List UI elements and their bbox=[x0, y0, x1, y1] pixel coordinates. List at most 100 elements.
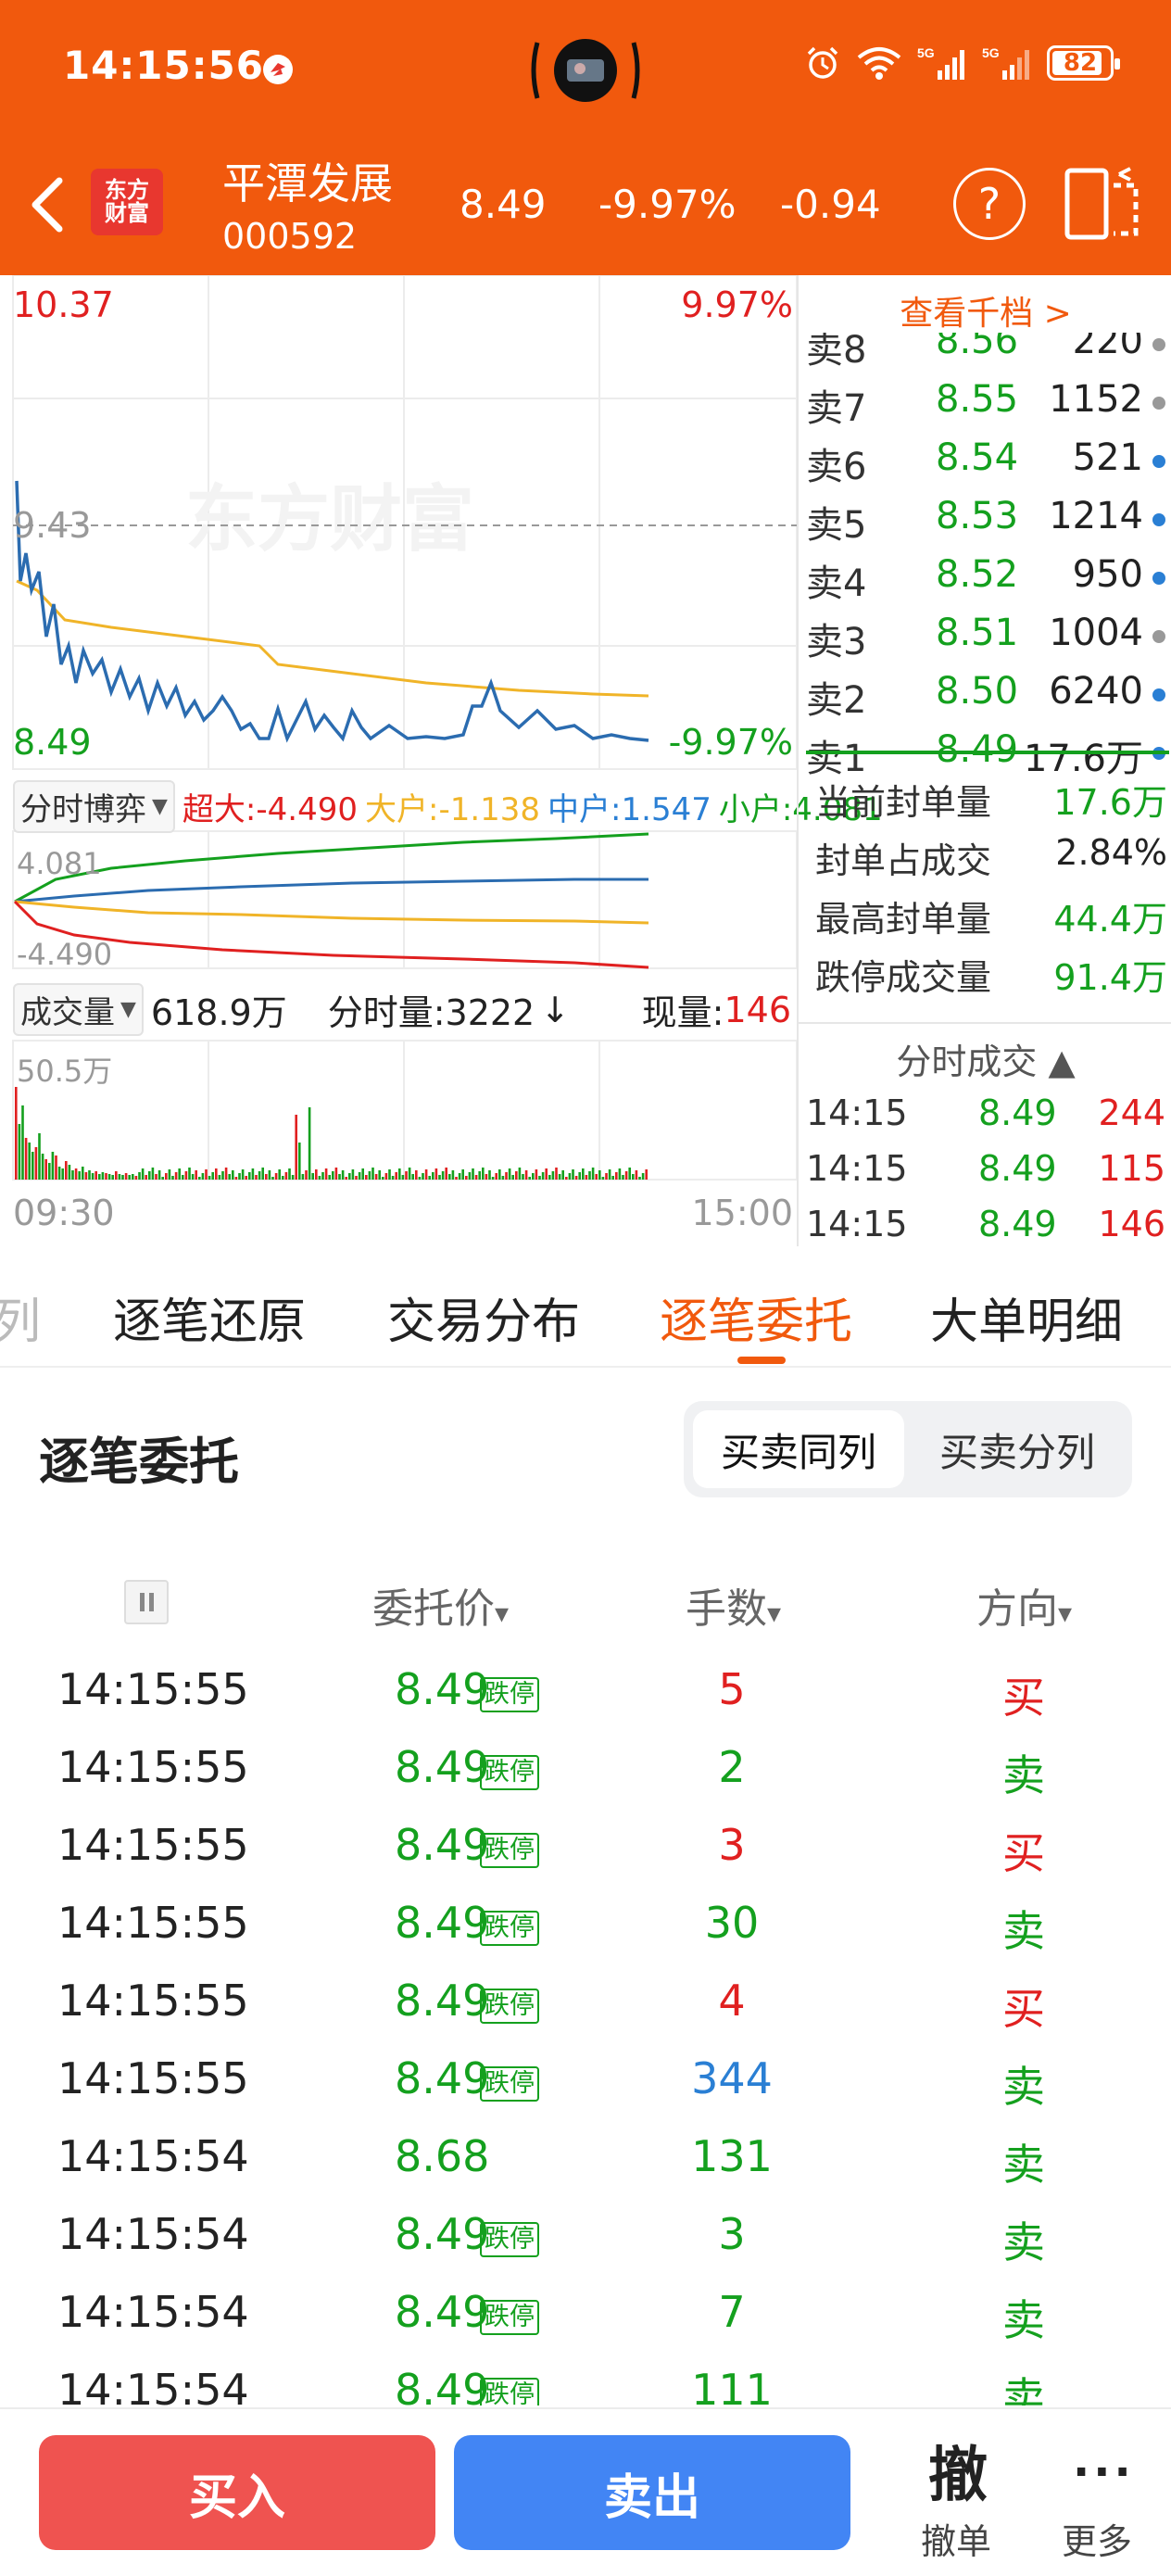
ask-row[interactable]: 卖3 8.51 1004 bbox=[799, 612, 1171, 663]
seal-value: 2.84% bbox=[1055, 832, 1167, 873]
volume-total: 618.9万 bbox=[150, 992, 287, 1033]
volume-bar bbox=[472, 1168, 474, 1180]
ask-level: 卖3 bbox=[806, 621, 867, 663]
order-time: 14:15:55 bbox=[57, 1664, 249, 1714]
tab-item[interactable]: 列 bbox=[0, 1282, 41, 1352]
cancel-order-icon[interactable]: 撤 bbox=[928, 2428, 988, 2513]
top-bar: 14:15:56 5G 5G 82 东方 财富 平潭发展 000592 8.49… bbox=[0, 0, 1171, 275]
volume-bar bbox=[455, 1177, 458, 1180]
volume-bar bbox=[368, 1171, 371, 1180]
volume-bar bbox=[65, 1161, 68, 1180]
order-time: 14:15:54 bbox=[57, 2365, 249, 2406]
volume-bar bbox=[245, 1176, 247, 1180]
order-direction: 卖 bbox=[1002, 1750, 1045, 1800]
switch-layout-icon[interactable] bbox=[1064, 167, 1141, 241]
ask-level: 卖4 bbox=[806, 562, 867, 605]
tab-item[interactable]: 逐笔委托 bbox=[660, 1282, 852, 1352]
order-row[interactable]: 14:15:54 8.68 131 卖 bbox=[0, 2131, 1171, 2209]
ask-row[interactable]: 卖4 8.52 950 bbox=[799, 553, 1171, 605]
volume-bar bbox=[228, 1174, 231, 1180]
fund-flow-dropdown[interactable]: 分时博弈 ▼ bbox=[13, 780, 175, 833]
order-price: 8.68 bbox=[395, 2131, 490, 2181]
alarm-icon bbox=[807, 46, 838, 79]
volume-bar bbox=[618, 1168, 622, 1180]
col-qty-header[interactable]: 手数▾ bbox=[686, 1575, 781, 1635]
volume-bar bbox=[145, 1175, 147, 1180]
ask-row[interactable]: 卖6 8.54 521 bbox=[799, 436, 1171, 488]
tick-trades-title[interactable]: 分时成交 ▲ bbox=[799, 1033, 1171, 1084]
sell-button[interactable]: 卖出 bbox=[454, 2435, 850, 2550]
seal-value: 91.4万 bbox=[1053, 957, 1167, 998]
ask-price: 8.51 bbox=[936, 612, 1019, 654]
header-change-amount: -0.94 bbox=[780, 182, 881, 227]
volume-bar bbox=[608, 1169, 611, 1180]
ask-dot-icon bbox=[1152, 397, 1165, 410]
svg-text:5G: 5G bbox=[917, 45, 935, 60]
order-row[interactable]: 14:15:55 8.49 跌停 344 卖 bbox=[0, 2053, 1171, 2131]
volume-bar bbox=[82, 1167, 84, 1180]
ask-row[interactable]: 卖2 8.50 6240 bbox=[799, 670, 1171, 722]
col-price-header[interactable]: 委托价▾ bbox=[372, 1575, 509, 1635]
seal-label: 当前封单量 bbox=[815, 782, 992, 823]
volume-bar bbox=[271, 1177, 274, 1180]
brand-logo[interactable]: 东方 财富 bbox=[91, 169, 163, 235]
pause-icon[interactable] bbox=[124, 1580, 169, 1624]
order-row[interactable]: 14:15:55 8.49 跌停 2 卖 bbox=[0, 1742, 1171, 1820]
volume-bar bbox=[448, 1174, 451, 1180]
tab-item[interactable]: 交易分布 bbox=[387, 1282, 580, 1352]
volume-bar bbox=[411, 1174, 414, 1180]
seg-split-column[interactable]: 买卖分列 bbox=[912, 1410, 1123, 1488]
buy-button[interactable]: 买入 bbox=[39, 2435, 435, 2550]
volume-bar bbox=[41, 1154, 44, 1180]
volume-bar bbox=[28, 1143, 31, 1180]
cancel-order-label[interactable]: 撤单 bbox=[921, 2513, 991, 2564]
ask-level: 卖7 bbox=[806, 387, 867, 430]
order-row[interactable]: 14:15:54 8.49 跌停 3 卖 bbox=[0, 2209, 1171, 2287]
ask-dot-icon bbox=[1152, 630, 1165, 643]
ask-row[interactable]: 卖8 8.56 220 bbox=[799, 333, 1171, 372]
ask-row[interactable]: 卖1 8.49 17.6万 bbox=[799, 728, 1171, 780]
view-mode-segmented: 买卖同列 买卖分列 bbox=[684, 1401, 1132, 1497]
ask-row[interactable]: 卖7 8.55 1152 bbox=[799, 378, 1171, 430]
more-icon[interactable]: ··· bbox=[1073, 2446, 1135, 2498]
order-qty: 344 bbox=[691, 2053, 773, 2103]
order-time: 14:15:55 bbox=[57, 2053, 249, 2103]
volume-bar bbox=[71, 1170, 74, 1180]
notification-app-icon bbox=[263, 55, 293, 84]
volume-bar bbox=[31, 1152, 34, 1180]
volume-bar bbox=[68, 1165, 71, 1180]
volume-bar bbox=[635, 1170, 638, 1180]
col-dir-header[interactable]: 方向▾ bbox=[976, 1575, 1072, 1635]
limit-divider bbox=[806, 751, 1169, 754]
order-row[interactable]: 14:15:55 8.49 跌停 3 买 bbox=[0, 1820, 1171, 1898]
ask-row[interactable]: 卖5 8.53 1214 bbox=[799, 495, 1171, 547]
back-arrow-icon[interactable] bbox=[22, 170, 74, 240]
volume-bar bbox=[341, 1170, 345, 1180]
order-row[interactable]: 14:15:55 8.49 跌停 30 卖 bbox=[0, 1898, 1171, 1976]
volume-bar bbox=[301, 1174, 305, 1180]
order-row[interactable]: 14:15:54 8.49 跌停 7 卖 bbox=[0, 2287, 1171, 2365]
tab-item[interactable]: 逐笔还原 bbox=[113, 1282, 306, 1352]
help-button[interactable]: ? bbox=[953, 168, 1026, 240]
fund-flow-large: 大户:-1.138 bbox=[364, 791, 541, 828]
volume-bar bbox=[458, 1173, 461, 1180]
seg-same-column[interactable]: 买卖同列 bbox=[693, 1410, 904, 1488]
order-row[interactable]: 14:15:55 8.49 跌停 5 买 bbox=[0, 1664, 1171, 1742]
volume-dropdown[interactable]: 成交量 ▼ bbox=[13, 983, 144, 1036]
order-row[interactable]: 14:15:55 8.49 跌停 4 买 bbox=[0, 1976, 1171, 2053]
intraday-chart[interactable]: 东方财富 10.37 9.97% 9.43 8.49 -9.97% 分时博弈 ▼ … bbox=[0, 275, 883, 1246]
volume-bar bbox=[432, 1172, 434, 1180]
volume-bar bbox=[338, 1174, 341, 1180]
volume-bar bbox=[361, 1168, 364, 1180]
volume-bar bbox=[151, 1168, 155, 1180]
tick-price: 8.49 bbox=[978, 1204, 1057, 1244]
order-row[interactable]: 14:15:54 8.49 跌停 111 卖 bbox=[0, 2365, 1171, 2406]
volume-bar bbox=[215, 1168, 218, 1180]
volume-bar bbox=[585, 1175, 588, 1180]
more-label[interactable]: 更多 bbox=[1062, 2513, 1132, 2564]
volume-bar bbox=[628, 1168, 631, 1180]
view-thousand-levels-link[interactable]: 查看千档 > bbox=[799, 286, 1171, 335]
stock-code: 000592 bbox=[222, 216, 358, 257]
tab-item[interactable]: 大单明细 bbox=[930, 1282, 1123, 1352]
order-qty: 3 bbox=[718, 2209, 746, 2259]
